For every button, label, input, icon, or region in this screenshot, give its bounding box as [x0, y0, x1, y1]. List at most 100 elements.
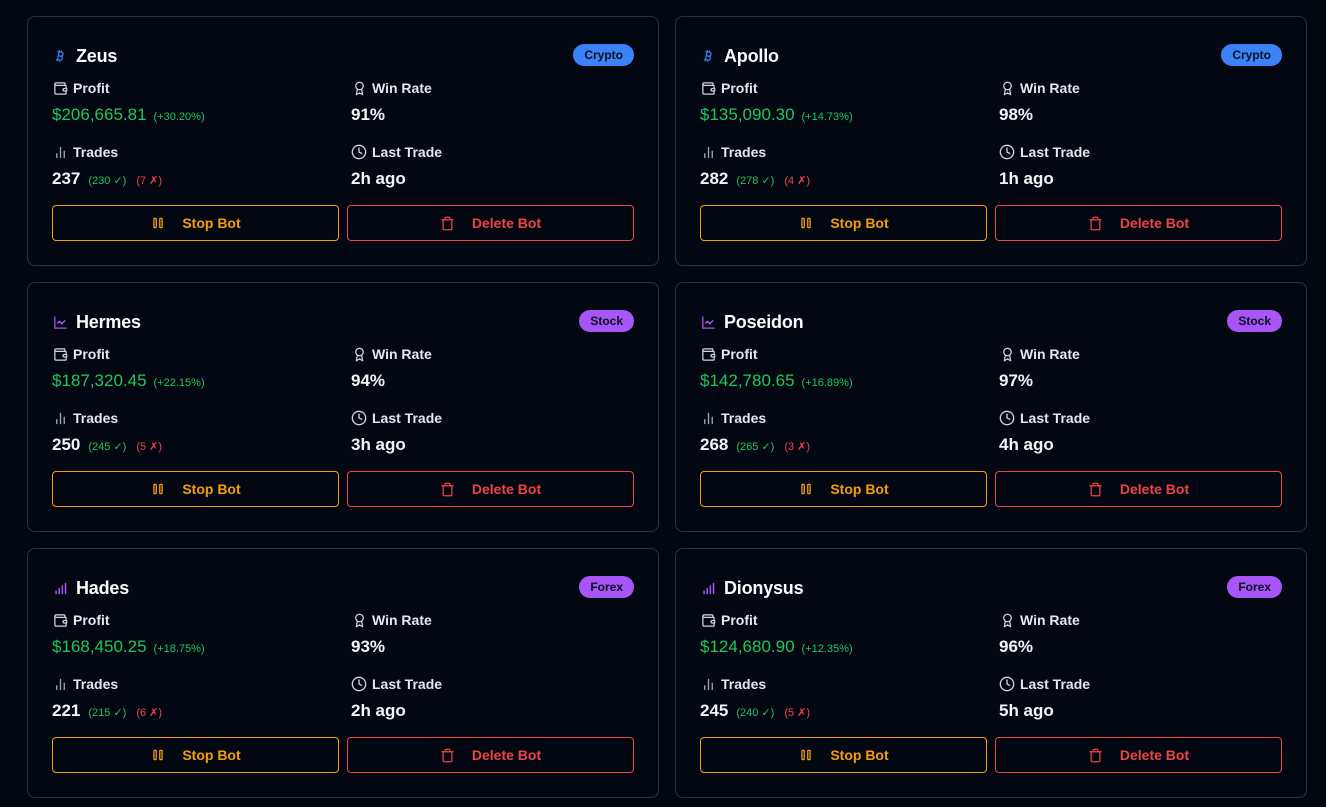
category-badge: Stock	[579, 310, 634, 332]
delete-bot-button[interactable]: Delete Bot	[995, 205, 1282, 241]
last-trade-value: 4h ago	[999, 435, 1054, 454]
card-header: Hermes Stock	[52, 309, 634, 335]
bot-title: Hades	[52, 575, 129, 601]
win-rate-stat: Win Rate 91%	[351, 79, 631, 125]
losses-count: (5 ✗)	[784, 707, 811, 719]
bot-name: Dionysus	[724, 577, 804, 598]
delete-bot-label: Delete Bot	[471, 215, 542, 231]
win-rate-label: Win Rate	[1020, 346, 1080, 362]
delete-bot-button[interactable]: Delete Bot	[995, 471, 1282, 507]
last-trade-label: Last Trade	[1020, 676, 1091, 692]
profit-percent: (+12.35%)	[801, 643, 853, 655]
award-icon	[351, 80, 367, 96]
bot-title: Poseidon	[700, 309, 804, 335]
bot-grid: Zeus Crypto Profit $206,665.81 (+30.20%)	[27, 16, 1307, 798]
pause-icon	[150, 481, 166, 497]
profit-stat: Profit $206,665.81 (+30.20%)	[52, 79, 332, 125]
win-rate-stat: Win Rate 93%	[351, 611, 631, 657]
trades-stat: Trades 245 (240 ✓) (5 ✗)	[700, 675, 980, 721]
last-trade-value: 2h ago	[351, 169, 406, 188]
bot-card: Hades Forex Profit $168,450.25 (+18.75%)	[27, 548, 659, 798]
pause-icon	[798, 481, 814, 497]
profit-label: Profit	[73, 80, 110, 96]
wallet-icon	[52, 612, 68, 628]
profit-stat: Profit $187,320.45 (+22.15%)	[52, 345, 332, 391]
delete-bot-button[interactable]: Delete Bot	[347, 205, 634, 241]
trades-count: 268	[700, 435, 729, 454]
bot-card: Zeus Crypto Profit $206,665.81 (+30.20%)	[27, 16, 659, 266]
category-badge: Stock	[1227, 310, 1282, 332]
trades-stat: Trades 268 (265 ✓) (3 ✗)	[700, 409, 980, 455]
award-icon	[999, 80, 1015, 96]
award-icon	[999, 346, 1015, 362]
last-trade-value: 3h ago	[351, 435, 406, 454]
bot-name: Hermes	[76, 311, 141, 332]
trash-icon	[440, 215, 456, 231]
clock-icon	[351, 410, 367, 426]
delete-bot-button[interactable]: Delete Bot	[347, 737, 634, 773]
clock-icon	[999, 144, 1015, 160]
delete-bot-button[interactable]: Delete Bot	[347, 471, 634, 507]
bot-title: Hermes	[52, 309, 141, 335]
delete-bot-label: Delete Bot	[1119, 215, 1190, 231]
profit-percent: (+30.20%)	[153, 111, 205, 123]
last-trade-stat: Last Trade 2h ago	[351, 143, 631, 189]
pause-icon	[798, 215, 814, 231]
profit-label: Profit	[721, 346, 758, 362]
last-trade-value: 5h ago	[999, 701, 1054, 720]
delete-bot-label: Delete Bot	[1119, 481, 1190, 497]
stop-bot-button[interactable]: Stop Bot	[52, 205, 339, 241]
profit-percent: (+18.75%)	[153, 643, 205, 655]
delete-bot-label: Delete Bot	[471, 747, 542, 763]
clock-icon	[351, 676, 367, 692]
trades-count: 245	[700, 701, 729, 720]
last-trade-label: Last Trade	[1020, 144, 1091, 160]
award-icon	[999, 612, 1015, 628]
category-badge: Crypto	[1221, 44, 1282, 66]
stop-bot-button[interactable]: Stop Bot	[700, 205, 987, 241]
trades-label: Trades	[721, 410, 767, 426]
pause-icon	[150, 747, 166, 763]
trades-label: Trades	[721, 676, 767, 692]
bot-card: Apollo Crypto Profit $135,090.30 (+14.73…	[675, 16, 1307, 266]
wins-count: (230 ✓)	[88, 175, 127, 187]
losses-count: (7 ✗)	[136, 175, 163, 187]
trash-icon	[440, 481, 456, 497]
stop-bot-label: Stop Bot	[830, 215, 889, 231]
delete-bot-button[interactable]: Delete Bot	[995, 737, 1282, 773]
last-trade-stat: Last Trade 3h ago	[351, 409, 631, 455]
losses-count: (3 ✗)	[784, 441, 811, 453]
losses-count: (5 ✗)	[136, 441, 163, 453]
stop-bot-button[interactable]: Stop Bot	[52, 471, 339, 507]
bot-card: Poseidon Stock Profit $142,780.65 (+16.8…	[675, 282, 1307, 532]
profit-label: Profit	[73, 346, 110, 362]
stop-bot-label: Stop Bot	[182, 215, 241, 231]
bot-title: Apollo	[700, 43, 779, 69]
stop-bot-button[interactable]: Stop Bot	[700, 737, 987, 773]
last-trade-stat: Last Trade 2h ago	[351, 675, 631, 721]
trades-count: 282	[700, 169, 729, 188]
bitcoin-icon	[52, 48, 68, 64]
stop-bot-button[interactable]: Stop Bot	[52, 737, 339, 773]
trades-label: Trades	[721, 144, 767, 160]
award-icon	[351, 612, 367, 628]
bar-chart-icon	[52, 144, 68, 160]
bar-chart-icon	[52, 410, 68, 426]
stop-bot-button[interactable]: Stop Bot	[700, 471, 987, 507]
last-trade-stat: Last Trade 4h ago	[999, 409, 1279, 455]
wallet-icon	[700, 612, 716, 628]
trades-count: 237	[52, 169, 81, 188]
bot-card: Hermes Stock Profit $187,320.45 (+22.15%…	[27, 282, 659, 532]
bitcoin-icon	[700, 48, 716, 64]
last-trade-label: Last Trade	[1020, 410, 1091, 426]
win-rate-stat: Win Rate 98%	[999, 79, 1279, 125]
stop-bot-label: Stop Bot	[830, 481, 889, 497]
wins-count: (240 ✓)	[736, 707, 775, 719]
bar-chart-icon	[700, 410, 716, 426]
trades-stat: Trades 221 (215 ✓) (6 ✗)	[52, 675, 332, 721]
bar-chart-icon	[700, 676, 716, 692]
pause-icon	[798, 747, 814, 763]
win-rate-value: 94%	[351, 371, 386, 390]
last-trade-stat: Last Trade 1h ago	[999, 143, 1279, 189]
signal-bars-icon	[52, 580, 68, 596]
